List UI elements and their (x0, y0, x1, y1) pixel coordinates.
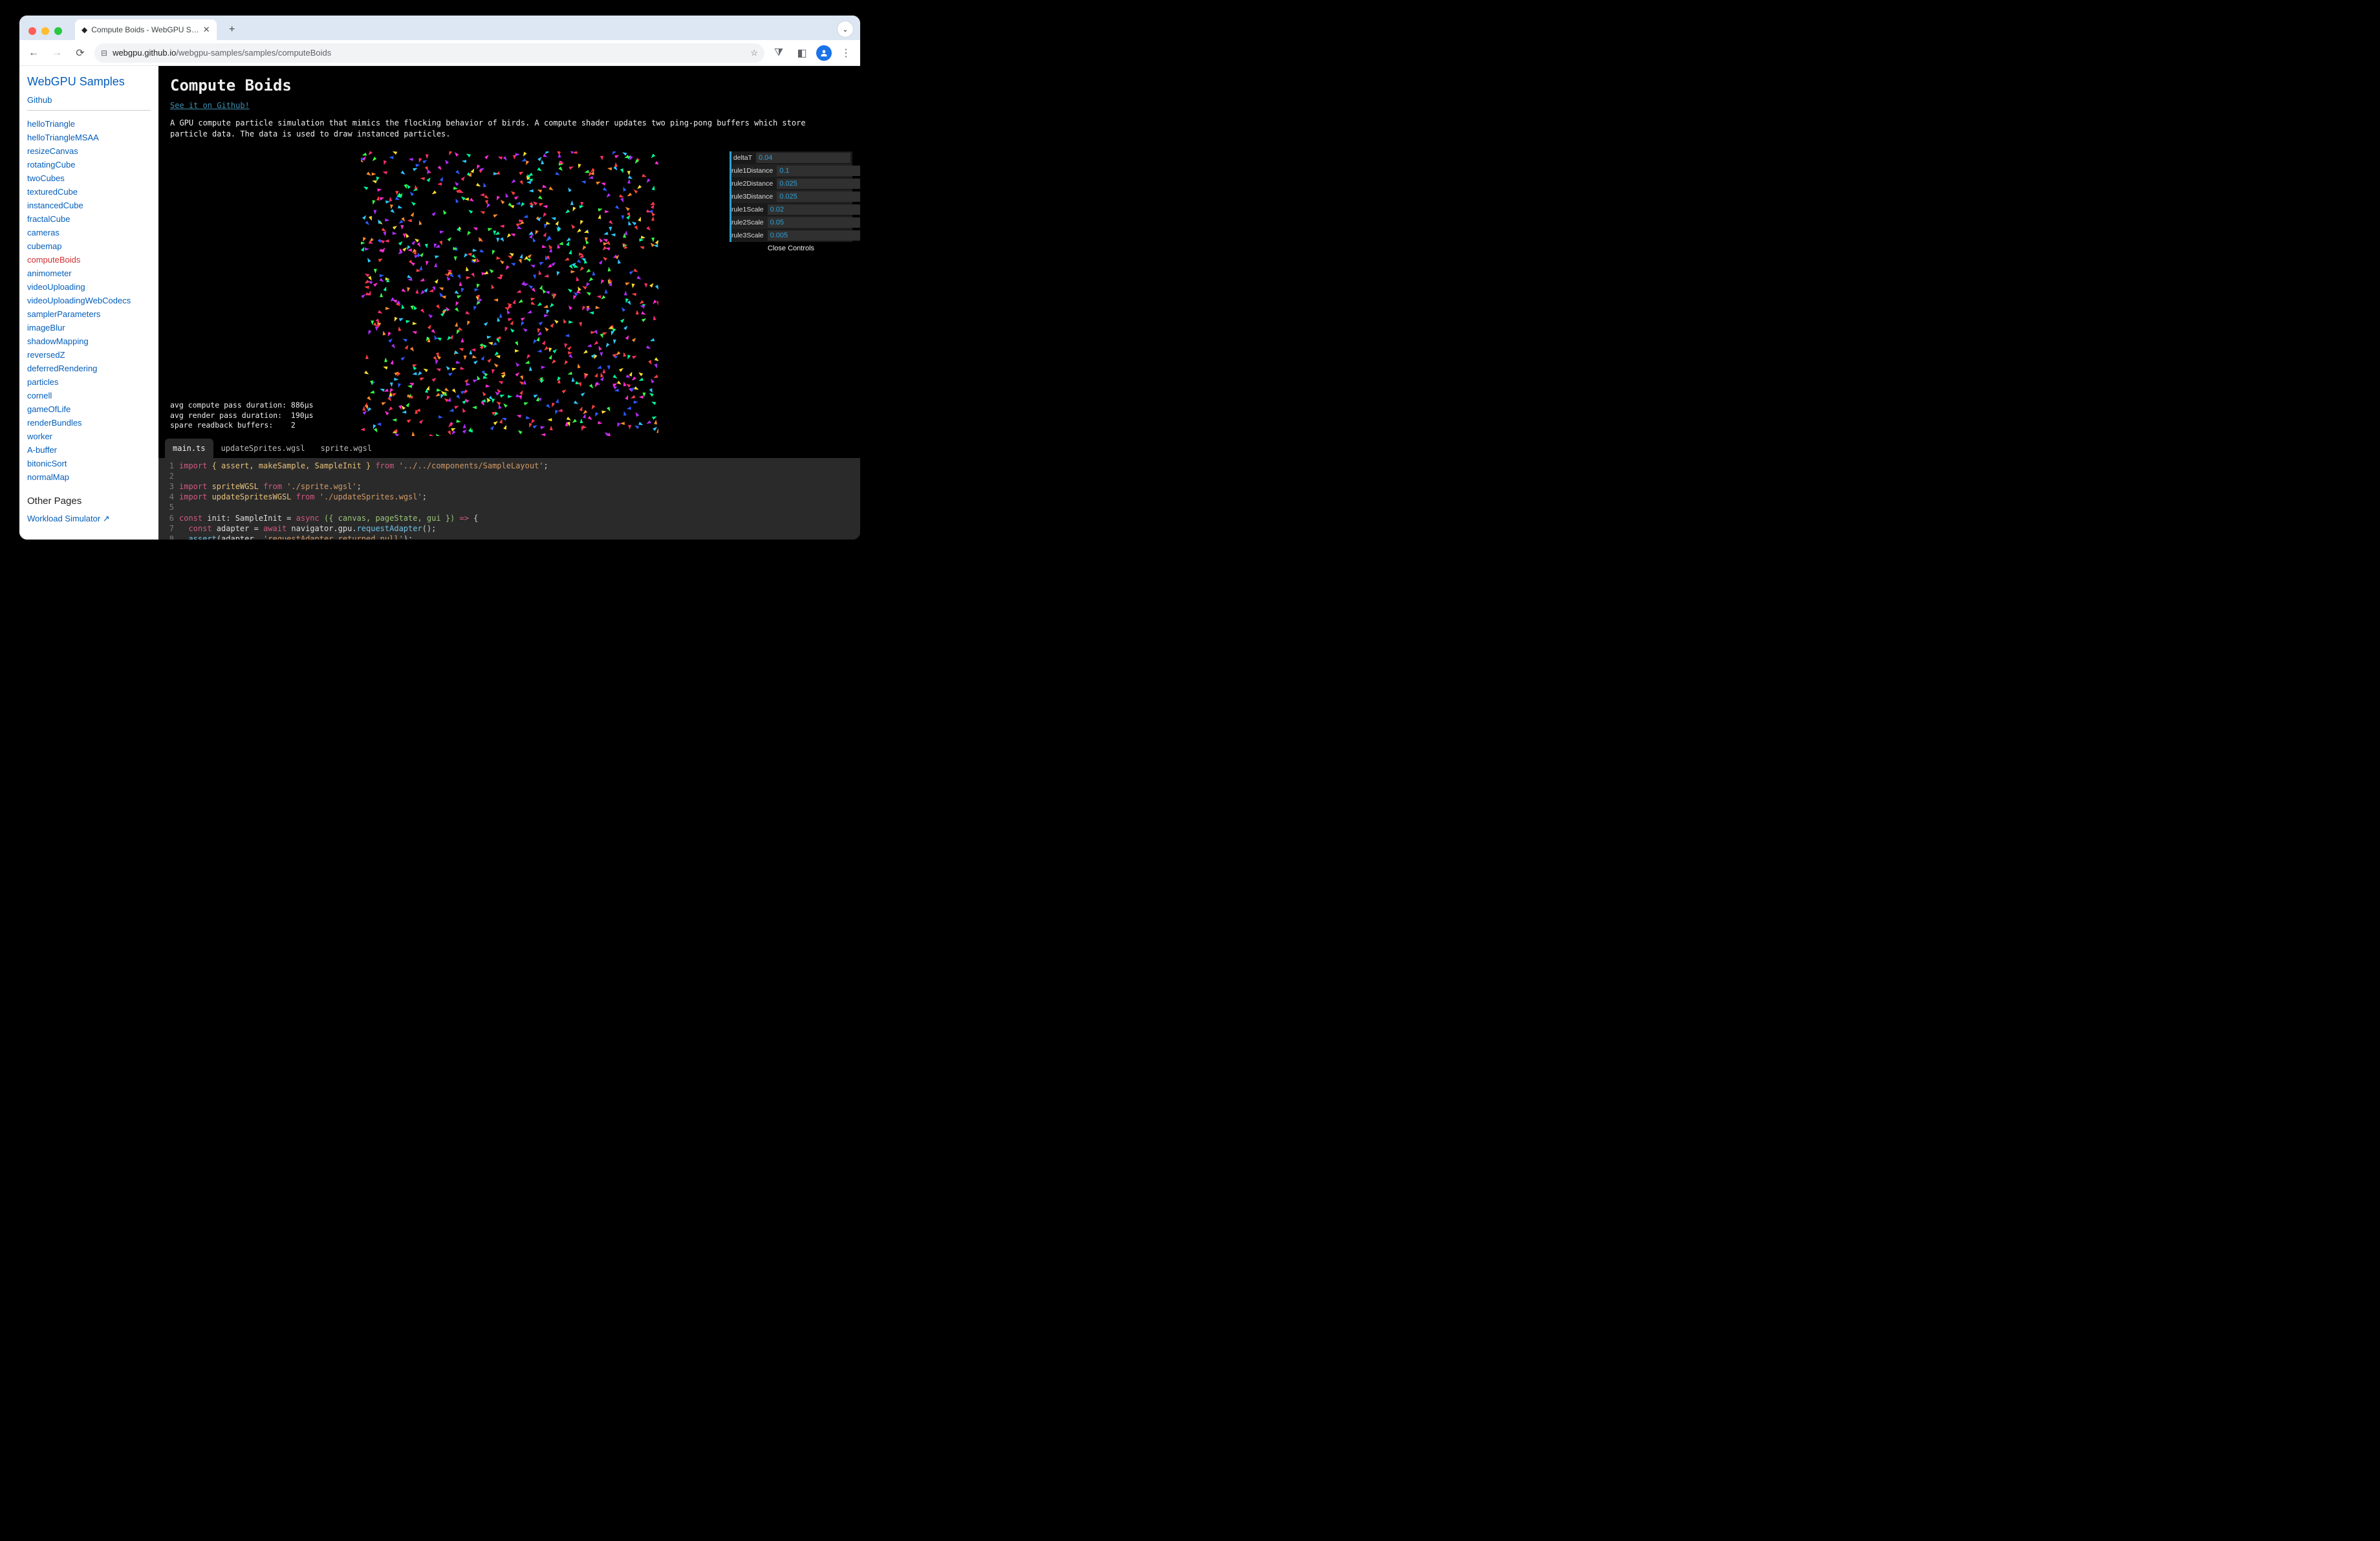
reload-button[interactable]: ⟳ (71, 44, 89, 62)
sidebar-item-videoUploadingWebCodecs[interactable]: videoUploadingWebCodecs (27, 294, 151, 307)
code-tab-updateSprites.wgsl[interactable]: updateSprites.wgsl (213, 439, 313, 458)
sidebar-item-normalMap[interactable]: normalMap (27, 470, 151, 484)
maximize-window-icon[interactable] (54, 27, 62, 35)
gui-row-rule3Distance: rule3Distance (730, 190, 852, 203)
boids-render (361, 151, 658, 436)
tab-close-icon[interactable]: ✕ (203, 25, 210, 35)
sidebar-item-reversedZ[interactable]: reversedZ (27, 348, 151, 362)
gui-label: rule2Distance (731, 180, 777, 188)
back-button[interactable]: ← (25, 44, 43, 62)
sidebar-item-helloTriangle[interactable]: helloTriangle (27, 117, 151, 131)
simulation-canvas[interactable] (361, 151, 658, 436)
see-on-github-link[interactable]: See it on Github! (170, 101, 849, 110)
active-tab[interactable]: ◆ Compute Boids - WebGPU S… ✕ (75, 19, 217, 40)
address-bar[interactable]: ⊟ webgpu.github.io/webgpu-samples/sample… (94, 43, 764, 63)
tab-strip: ◆ Compute Boids - WebGPU S… ✕ + ⌄ (19, 16, 860, 40)
sidebar-item-cubemap[interactable]: cubemap (27, 239, 151, 253)
gui-label: rule3Distance (731, 193, 777, 201)
sidebar-item-computeBoids[interactable]: computeBoids (27, 253, 151, 267)
sidebar-item-helloTriangleMSAA[interactable]: helloTriangleMSAA (27, 131, 151, 144)
other-pages-list: Workload Simulator ↗ (27, 512, 151, 526)
sidebar: WebGPU Samples Github helloTrianglehello… (19, 66, 158, 540)
sidebar-item-fractalCube[interactable]: fractalCube (27, 212, 151, 226)
code-panel: main.tsupdateSprites.wgslsprite.wgsl 1im… (158, 439, 860, 540)
url-text: webgpu.github.io/webgpu-samples/samples/… (113, 48, 331, 58)
sidebar-item-cameras[interactable]: cameras (27, 226, 151, 239)
new-tab-button[interactable]: + (223, 21, 241, 39)
overflow-menu-icon[interactable]: ⋮ (837, 44, 855, 62)
close-window-icon[interactable] (28, 27, 36, 35)
gui-input-rule1Scale[interactable] (768, 204, 860, 215)
browser-window: ◆ Compute Boids - WebGPU S… ✕ + ⌄ ← → ⟳ … (19, 16, 860, 540)
code-tab-sprite.wgsl[interactable]: sprite.wgsl (313, 439, 380, 458)
site-title[interactable]: WebGPU Samples (27, 75, 151, 89)
sidebar-divider (27, 110, 151, 111)
sidebar-item-animometer[interactable]: animometer (27, 267, 151, 280)
sidebar-item-rotatingCube[interactable]: rotatingCube (27, 158, 151, 171)
github-link[interactable]: Github (27, 95, 151, 105)
gui-input-rule1Distance[interactable] (777, 166, 860, 176)
sidebar-item-resizeCanvas[interactable]: resizeCanvas (27, 144, 151, 158)
code-tabs: main.tsupdateSprites.wgslsprite.wgsl (158, 439, 860, 458)
site-settings-icon[interactable]: ⊟ (101, 49, 107, 58)
code-tab-main.ts[interactable]: main.ts (165, 439, 213, 458)
sidebar-item-A-buffer[interactable]: A-buffer (27, 443, 151, 457)
code-body[interactable]: 1import { assert, makeSample, SampleInit… (158, 458, 860, 540)
sidebar-item-cornell[interactable]: cornell (27, 389, 151, 402)
gui-row-rule2Distance: rule2Distance (730, 177, 852, 190)
tab-favicon-icon: ◆ (81, 25, 87, 34)
window-controls (28, 27, 62, 35)
gui-label: rule3Scale (731, 232, 768, 239)
sidebar-item-deferredRendering[interactable]: deferredRendering (27, 362, 151, 375)
sidebar-item-texturedCube[interactable]: texturedCube (27, 185, 151, 199)
page-content: WebGPU Samples Github helloTrianglehello… (19, 66, 860, 540)
gui-label: rule1Scale (731, 206, 768, 213)
perf-stats: avg compute pass duration: 886µs avg ren… (170, 400, 314, 431)
gui-row-rule1Scale: rule1Scale (730, 203, 852, 216)
gui-label: rule1Distance (731, 167, 777, 175)
main-panel: Compute Boids See it on Github! A GPU co… (158, 66, 860, 540)
gui-input-deltaT[interactable] (756, 153, 850, 163)
close-controls-button[interactable]: Close Controls (730, 242, 852, 255)
page-header: Compute Boids See it on Github! A GPU co… (158, 66, 860, 144)
forward-button[interactable]: → (48, 44, 66, 62)
minimize-window-icon[interactable] (41, 27, 49, 35)
sidebar-item-videoUploading[interactable]: videoUploading (27, 280, 151, 294)
gui-input-rule2Scale[interactable] (768, 217, 860, 228)
tab-title: Compute Boids - WebGPU S… (91, 25, 199, 34)
gui-input-rule3Scale[interactable] (768, 230, 860, 241)
sidebar-item-imageBlur[interactable]: imageBlur (27, 321, 151, 334)
sidebar-item-renderBundles[interactable]: renderBundles (27, 416, 151, 430)
sidebar-item-worker[interactable]: worker (27, 430, 151, 443)
tabs-dropdown-icon[interactable]: ⌄ (837, 21, 854, 38)
extensions-icon[interactable]: ⧩ (770, 44, 788, 62)
sidebar-item-samplerParameters[interactable]: samplerParameters (27, 307, 151, 321)
gui-input-rule2Distance[interactable] (777, 179, 860, 189)
simulation-area: avg compute pass duration: 886µs avg ren… (158, 151, 860, 436)
gui-row-deltaT: deltaT (730, 151, 852, 164)
toolbar: ← → ⟳ ⊟ webgpu.github.io/webgpu-samples/… (19, 40, 860, 66)
sidebar-item-particles[interactable]: particles (27, 375, 151, 389)
bookmark-icon[interactable]: ☆ (750, 48, 758, 58)
page-description: A GPU compute particle simulation that m… (170, 118, 849, 140)
sidepanel-icon[interactable]: ◧ (793, 44, 811, 62)
page-title: Compute Boids (170, 76, 849, 94)
gui-row-rule2Scale: rule2Scale (730, 216, 852, 229)
other-pages-header: Other Pages (27, 496, 151, 507)
controls-panel: deltaT rule1Distance rule2Distance rule3Dis… (730, 151, 852, 255)
sidebar-item-bitonicSort[interactable]: bitonicSort (27, 457, 151, 470)
gui-row-rule3Scale: rule3Scale (730, 229, 852, 242)
gui-input-rule3Distance[interactable] (777, 191, 860, 202)
sample-list: helloTrianglehelloTriangleMSAAresizeCanv… (27, 117, 151, 484)
sidebar-item-shadowMapping[interactable]: shadowMapping (27, 334, 151, 348)
gui-label: rule2Scale (731, 219, 768, 226)
other-item[interactable]: Workload Simulator ↗ (27, 512, 151, 526)
sidebar-item-instancedCube[interactable]: instancedCube (27, 199, 151, 212)
gui-row-rule1Distance: rule1Distance (730, 164, 852, 177)
gui-label: deltaT (731, 154, 756, 162)
profile-avatar-icon[interactable] (816, 45, 832, 61)
sidebar-item-gameOfLife[interactable]: gameOfLife (27, 402, 151, 416)
sidebar-item-twoCubes[interactable]: twoCubes (27, 171, 151, 185)
